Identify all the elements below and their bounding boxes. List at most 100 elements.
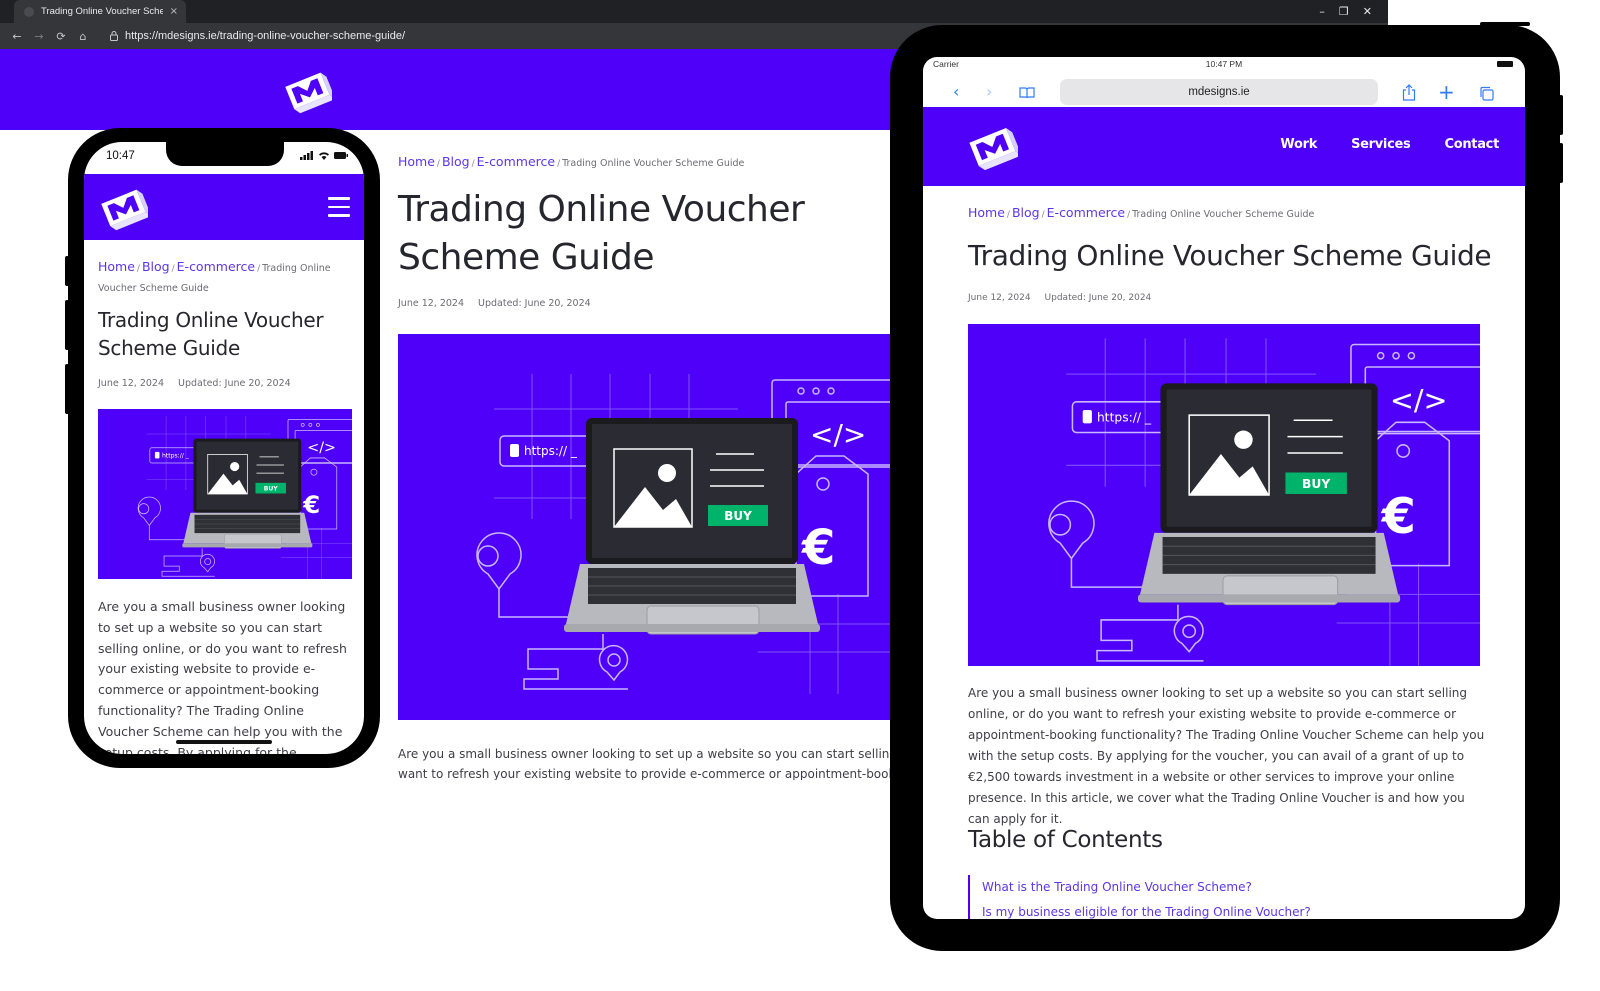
- favicon-icon: [24, 6, 34, 17]
- home-indicator[interactable]: [176, 740, 272, 744]
- hero-illustration: [98, 409, 352, 579]
- lock-icon: [110, 31, 118, 41]
- breadcrumb-home[interactable]: Home: [98, 259, 135, 274]
- battery-icon: [334, 152, 348, 159]
- phone-notch: [166, 142, 284, 166]
- safari-toolbar: ‹ › mdesigns.ie +: [923, 77, 1525, 109]
- composite-stage: Trading Online Voucher Scheme Guide × – …: [0, 0, 1600, 991]
- breadcrumb: Home / Blog / E-commerce / Trading Online Vouc…: [968, 205, 1314, 220]
- tablet-side-button: [1559, 95, 1563, 135]
- breadcrumb-separator: /: [171, 264, 175, 274]
- intro-line: want to refresh your existing website to…: [398, 767, 898, 780]
- tablet-side-button: [1559, 143, 1563, 183]
- article-title: Trading Online Voucher Scheme Guide: [98, 308, 324, 360]
- phone-status-icons: [300, 151, 348, 160]
- breadcrumb: Home / Blog / E-commerce / Trading Online Vouc…: [398, 154, 744, 169]
- updated-date: Updated: June 20, 2024: [178, 378, 291, 389]
- reload-icon[interactable]: ⟳: [54, 30, 68, 43]
- address-bar[interactable]: https://mdesigns.ie/trading-online-vouch…: [110, 30, 405, 42]
- hero-illustration: [398, 334, 898, 720]
- breadcrumb-separator: /: [257, 264, 261, 274]
- tabs-icon[interactable]: [1479, 86, 1494, 101]
- safari-address-bar[interactable]: mdesigns.ie: [1060, 79, 1378, 105]
- minimize-icon[interactable]: –: [1319, 5, 1325, 18]
- battery-icon: [1497, 61, 1513, 67]
- hero-illustration: [968, 324, 1480, 666]
- back-icon[interactable]: ←: [10, 30, 24, 43]
- breadcrumb-blog[interactable]: Blog: [142, 259, 170, 274]
- article-title: Trading Online Voucher Scheme Guide: [398, 189, 805, 278]
- breadcrumb-current: Trading Online Voucher Scheme Guide: [562, 158, 745, 169]
- breadcrumb-separator: /: [1006, 210, 1010, 220]
- tablet-screen: Carrier 10:47 PM ‹ › mdesigns.ie + Work …: [923, 57, 1525, 919]
- forward-icon[interactable]: →: [32, 30, 46, 43]
- bookmarks-icon[interactable]: [1019, 87, 1035, 99]
- article-meta: June 12, 2024 Updated: June 20, 2024: [968, 293, 1151, 303]
- breadcrumb-separator: /: [471, 159, 475, 169]
- breadcrumb-ecommerce[interactable]: E-commerce: [1047, 205, 1125, 220]
- breadcrumb-blog[interactable]: Blog: [442, 154, 470, 169]
- browser-tab[interactable]: Trading Online Voucher Scheme Guide ×: [14, 0, 186, 23]
- phone-site-header: [84, 174, 364, 240]
- toc-heading: Table of Contents: [968, 827, 1163, 853]
- tablet-mockup: Carrier 10:47 PM ‹ › mdesigns.ie + Work …: [890, 22, 1563, 951]
- article-intro: Are you a small business owner looking t…: [98, 599, 347, 754]
- breadcrumb-separator: /: [436, 159, 440, 169]
- signal-icon: [300, 151, 313, 160]
- phone-side-button: [65, 256, 69, 286]
- forward-icon[interactable]: ›: [986, 82, 992, 101]
- nav-services[interactable]: Services: [1351, 137, 1411, 152]
- tablet-top-button: [1480, 22, 1530, 26]
- breadcrumb-separator: /: [136, 264, 140, 274]
- breadcrumb-home[interactable]: Home: [968, 205, 1005, 220]
- phone-screen: 10:47 Home / Blog / E-commerce / Trading Onlin…: [84, 142, 364, 754]
- tab-title: Trading Online Voucher Scheme Guide: [41, 6, 163, 17]
- nav-contact[interactable]: Contact: [1444, 137, 1499, 152]
- mdesigns-logo[interactable]: [98, 182, 148, 232]
- published-date: June 12, 2024: [398, 298, 465, 309]
- breadcrumb-separator: /: [1127, 210, 1131, 220]
- breadcrumb-separator: /: [557, 159, 561, 169]
- hamburger-menu-icon[interactable]: [328, 197, 350, 219]
- breadcrumb-blog[interactable]: Blog: [1012, 205, 1040, 220]
- tab-close-icon[interactable]: ×: [170, 6, 178, 17]
- restore-icon[interactable]: ❐: [1339, 5, 1349, 18]
- published-date: June 12, 2024: [968, 293, 1031, 303]
- phone-time: 10:47: [106, 150, 135, 162]
- intro-line: Are you a small business owner looking t…: [398, 747, 898, 761]
- breadcrumb-current: Trading Online Voucher Scheme Guide: [1132, 209, 1315, 220]
- toc-link[interactable]: What is the Trading Online Voucher Schem…: [982, 875, 1311, 900]
- url-text: https://mdesigns.ie/trading-online-vouch…: [125, 30, 406, 42]
- phone-side-button: [65, 300, 69, 350]
- tablet-status-bar: Carrier 10:47 PM: [923, 57, 1525, 73]
- published-date: June 12, 2024: [98, 378, 165, 389]
- close-window-icon[interactable]: ✕: [1363, 5, 1372, 18]
- wifi-icon: [319, 152, 329, 160]
- breadcrumb: Home / Blog / E-commerce / Trading Online Vouc…: [98, 258, 338, 297]
- mdesigns-logo[interactable]: [966, 119, 1018, 173]
- updated-date: Updated: June 20, 2024: [478, 298, 591, 309]
- tablet-time: 10:47 PM: [1205, 59, 1243, 69]
- breadcrumb-ecommerce[interactable]: E-commerce: [477, 154, 555, 169]
- tablet-site-header: Work Services Contact: [923, 107, 1525, 186]
- home-icon[interactable]: ⌂: [76, 30, 90, 43]
- article-meta: June 12, 2024 Updated: June 20, 2024: [98, 378, 291, 389]
- phone-mockup: 10:47 Home / Blog / E-commerce / Trading Onlin…: [65, 128, 380, 768]
- nav-work[interactable]: Work: [1280, 137, 1317, 152]
- breadcrumb-ecommerce[interactable]: E-commerce: [177, 259, 255, 274]
- article-title: Trading Online Voucher Scheme Guide: [968, 239, 1492, 272]
- article-intro: Are you a small business owner looking t…: [968, 686, 1485, 826]
- article-intro: Are you a small business owner looking t…: [398, 744, 898, 780]
- breadcrumb-separator: /: [1041, 210, 1045, 220]
- share-icon[interactable]: [1402, 84, 1416, 101]
- breadcrumb-home[interactable]: Home: [398, 154, 435, 169]
- toc-link[interactable]: Is my business eligible for the Trading …: [982, 900, 1311, 919]
- mdesigns-logo[interactable]: [282, 64, 332, 116]
- window-controls: – ❐ ✕: [1319, 0, 1388, 23]
- updated-date: Updated: June 20, 2024: [1044, 293, 1152, 303]
- article-meta: June 12, 2024 Updated: June 20, 2024: [398, 298, 591, 309]
- back-icon[interactable]: ‹: [953, 82, 959, 101]
- new-tab-icon[interactable]: +: [1438, 80, 1455, 104]
- phone-side-button: [65, 364, 69, 414]
- table-of-contents: What is the Trading Online Voucher Schem…: [968, 875, 1311, 919]
